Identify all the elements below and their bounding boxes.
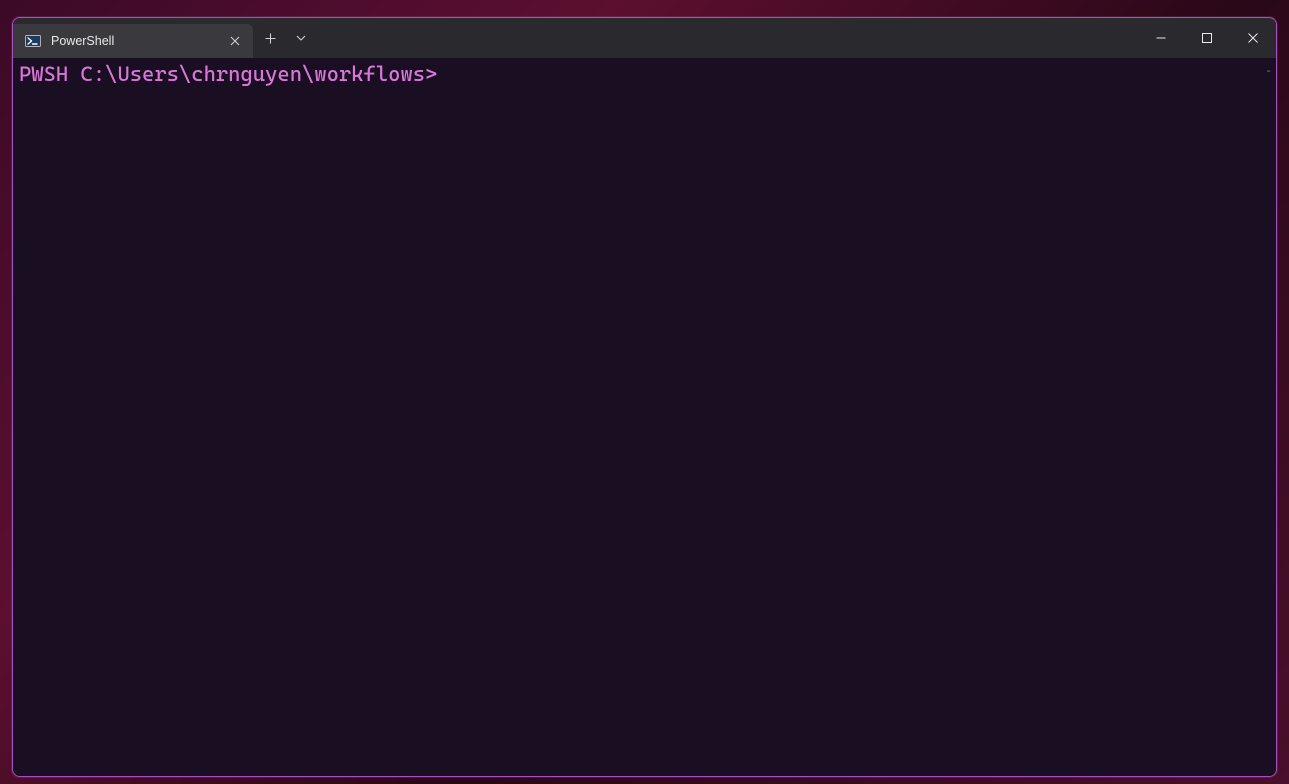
terminal-pane[interactable]: - PWSH C:\Users\chrnguyen\workflows>	[13, 58, 1276, 776]
titlebar: PowerShell	[13, 18, 1276, 58]
prompt-text: PWSH C:\Users\chrnguyen\workflows>	[19, 62, 437, 86]
scroll-indicator: -	[1265, 64, 1272, 77]
powershell-icon	[25, 33, 41, 49]
close-icon	[1248, 33, 1258, 43]
tab-powershell[interactable]: PowerShell	[13, 24, 253, 58]
tab-title: PowerShell	[51, 34, 215, 48]
tab-close-button[interactable]	[225, 31, 245, 51]
chevron-down-icon	[296, 35, 306, 41]
new-tab-button[interactable]	[253, 18, 287, 58]
close-window-button[interactable]	[1230, 18, 1276, 58]
terminal-window: PowerShell	[12, 17, 1277, 777]
maximize-icon	[1202, 33, 1212, 43]
minimize-icon	[1156, 33, 1166, 43]
maximize-button[interactable]	[1184, 18, 1230, 58]
plus-icon	[265, 33, 276, 44]
minimize-button[interactable]	[1138, 18, 1184, 58]
prompt-line: PWSH C:\Users\chrnguyen\workflows>	[19, 60, 437, 89]
tab-dropdown-button[interactable]	[287, 18, 315, 58]
tabstrip: PowerShell	[13, 18, 253, 58]
window-controls	[1138, 18, 1276, 58]
close-icon	[230, 36, 240, 46]
titlebar-drag-region[interactable]	[315, 18, 1138, 58]
